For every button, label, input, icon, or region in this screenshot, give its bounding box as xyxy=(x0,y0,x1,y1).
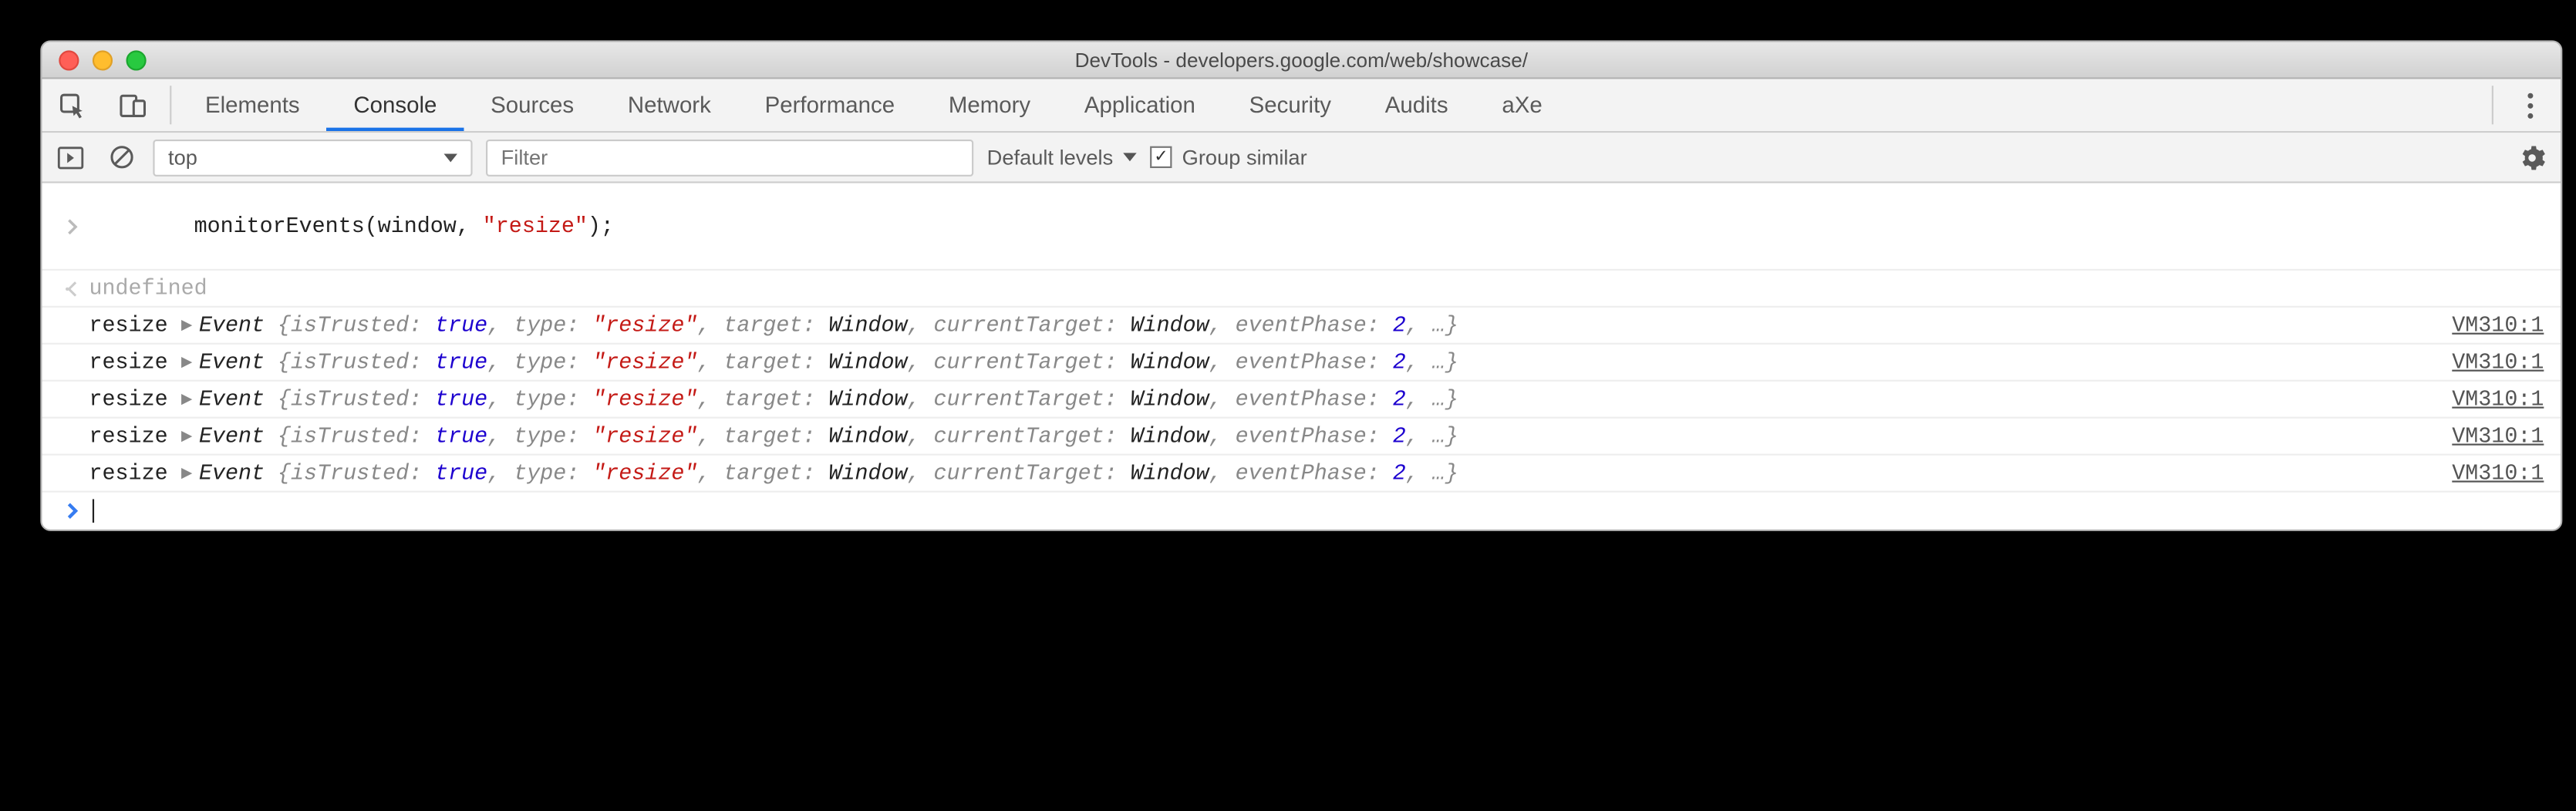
console-log-row: resize ▸ Event {isTrusted: true, type: "r… xyxy=(42,382,2561,419)
group-similar-checkbox[interactable]: ✓ Group similar xyxy=(1150,146,1307,170)
event-name: resize xyxy=(89,312,168,338)
clear-console-icon[interactable] xyxy=(103,139,140,176)
code-token: monitorEvents(window, xyxy=(194,214,483,239)
event-object-preview[interactable]: Event {isTrusted: true, type: "resize", … xyxy=(199,386,1458,412)
event-name: resize xyxy=(89,349,168,375)
tab-performance[interactable]: Performance xyxy=(738,79,922,131)
tab-sources[interactable]: Sources xyxy=(464,79,601,131)
tab-security[interactable]: Security xyxy=(1222,79,1358,131)
console-log-row: resize ▸ Event {isTrusted: true, type: "r… xyxy=(42,456,2561,493)
device-toolbar-icon[interactable] xyxy=(103,79,163,131)
group-similar-label: Group similar xyxy=(1182,146,1307,170)
execution-context-select[interactable]: top xyxy=(153,139,472,176)
tab-memory[interactable]: Memory xyxy=(922,79,1057,131)
console-input-echo: monitorEvents(window, "resize"); xyxy=(42,183,2561,271)
console-body: monitorEvents(window, "resize"); undefin… xyxy=(42,183,2561,530)
source-link[interactable]: VM310:1 xyxy=(2452,312,2544,338)
event-object-preview[interactable]: Event {isTrusted: true, type: "resize", … xyxy=(199,460,1458,486)
source-link[interactable]: VM310:1 xyxy=(2452,423,2544,449)
expand-object-icon[interactable]: ▸ xyxy=(181,312,192,338)
execution-context-value: top xyxy=(168,146,197,170)
console-log-row: resize ▸ Event {isTrusted: true, type: "r… xyxy=(42,419,2561,456)
result-value: undefined xyxy=(89,276,207,301)
filter-input[interactable] xyxy=(486,139,973,176)
more-menu-icon[interactable] xyxy=(2500,79,2561,131)
expand-object-icon[interactable]: ▸ xyxy=(181,460,192,486)
code-token: ); xyxy=(588,214,614,239)
tab-divider xyxy=(170,86,171,124)
console-log-row: resize ▸ Event {isTrusted: true, type: "r… xyxy=(42,308,2561,345)
expand-object-icon[interactable]: ▸ xyxy=(181,386,192,412)
tab-console[interactable]: Console xyxy=(327,79,464,131)
output-chevron-icon xyxy=(56,280,89,297)
source-link[interactable]: VM310:1 xyxy=(2452,349,2544,375)
console-toolbar: top Default levels ✓ Group similar xyxy=(42,133,2561,183)
tab-axe[interactable]: aXe xyxy=(1475,79,1569,131)
expand-object-icon[interactable]: ▸ xyxy=(181,423,192,449)
event-object-preview[interactable]: Event {isTrusted: true, type: "resize", … xyxy=(199,423,1458,449)
checkbox-icon: ✓ xyxy=(1150,146,1172,168)
titlebar: DevTools - developers.google.com/web/sho… xyxy=(42,42,2561,79)
panel-tabstrip: ElementsConsoleSourcesNetworkPerformance… xyxy=(42,79,2561,133)
tab-audits[interactable]: Audits xyxy=(1358,79,1475,131)
source-link[interactable]: VM310:1 xyxy=(2452,386,2544,412)
code-token-string: "resize" xyxy=(483,214,588,239)
source-link[interactable]: VM310:1 xyxy=(2452,460,2544,486)
toggle-sidebar-icon[interactable] xyxy=(52,139,89,176)
event-name: resize xyxy=(89,423,168,449)
console-prompt-row[interactable] xyxy=(42,493,2561,530)
console-settings-icon[interactable] xyxy=(2514,139,2551,176)
event-object-preview[interactable]: Event {isTrusted: true, type: "resize", … xyxy=(199,349,1458,375)
tab-elements[interactable]: Elements xyxy=(178,79,326,131)
console-result: undefined xyxy=(42,271,2561,308)
window-title: DevTools - developers.google.com/web/sho… xyxy=(42,48,2561,72)
prompt-chevron-icon xyxy=(56,503,89,520)
tab-application[interactable]: Application xyxy=(1057,79,1222,131)
event-name: resize xyxy=(89,386,168,412)
input-chevron-icon xyxy=(56,217,89,234)
devtools-window: DevTools - developers.google.com/web/sho… xyxy=(40,40,2562,531)
event-object-preview[interactable]: Event {isTrusted: true, type: "resize", … xyxy=(199,312,1458,338)
inspect-element-icon[interactable] xyxy=(42,79,103,131)
tab-divider xyxy=(2492,86,2493,124)
log-levels-label: Default levels xyxy=(987,146,1114,170)
expand-object-icon[interactable]: ▸ xyxy=(181,349,192,375)
console-log-row: resize ▸ Event {isTrusted: true, type: "r… xyxy=(42,345,2561,382)
text-cursor xyxy=(93,499,94,523)
log-levels-select[interactable]: Default levels xyxy=(987,146,1137,170)
tab-network[interactable]: Network xyxy=(601,79,738,131)
event-name: resize xyxy=(89,460,168,486)
